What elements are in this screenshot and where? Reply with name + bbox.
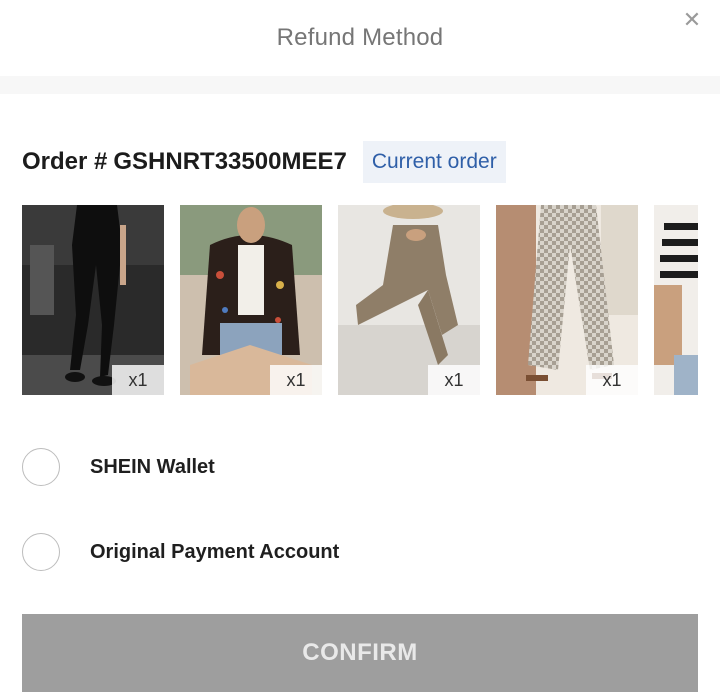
product-thumbnails[interactable]: x1 x1 x1 x1	[22, 205, 698, 395]
refund-option-label: Original Payment Account	[90, 540, 340, 563]
order-number: GSHNRT33500MEE7	[113, 148, 347, 175]
refund-option-label: SHEIN Wallet	[90, 455, 215, 478]
refund-option-original-payment[interactable]: Original Payment Account	[22, 531, 339, 573]
product-thumbnail-4[interactable]: x1	[496, 205, 638, 395]
current-order-badge: Current order	[362, 141, 506, 183]
product-quantity: x1	[270, 365, 322, 395]
page-title: Refund Method	[276, 24, 444, 51]
product-quantity: x1	[586, 365, 638, 395]
order-label: Order #	[22, 148, 108, 175]
product-quantity: x1	[428, 365, 480, 395]
sheet-header: Refund Method ✕	[0, 0, 720, 76]
order-heading: Order # GSHNRT33500MEE7 Current order	[22, 140, 506, 184]
product-thumbnail-5[interactable]	[654, 205, 698, 395]
shein-wallet-radio[interactable]	[22, 448, 60, 486]
close-icon: ✕	[682, 7, 702, 32]
refund-method-sheet: Refund Method ✕ Order # GSHNRT33500MEE7 …	[0, 0, 720, 700]
refund-option-shein-wallet[interactable]: SHEIN Wallet	[22, 446, 215, 488]
header-divider	[0, 76, 720, 94]
close-button[interactable]: ✕	[678, 6, 706, 34]
confirm-button[interactable]: CONFIRM	[22, 614, 698, 692]
product-thumbnail-2[interactable]: x1	[180, 205, 322, 395]
product-thumbnail-3[interactable]: x1	[338, 205, 480, 395]
original-payment-radio[interactable]	[22, 533, 60, 571]
product-quantity: x1	[112, 365, 164, 395]
striped-top-photo	[654, 205, 698, 395]
product-thumbnail-1[interactable]: x1	[22, 205, 164, 395]
